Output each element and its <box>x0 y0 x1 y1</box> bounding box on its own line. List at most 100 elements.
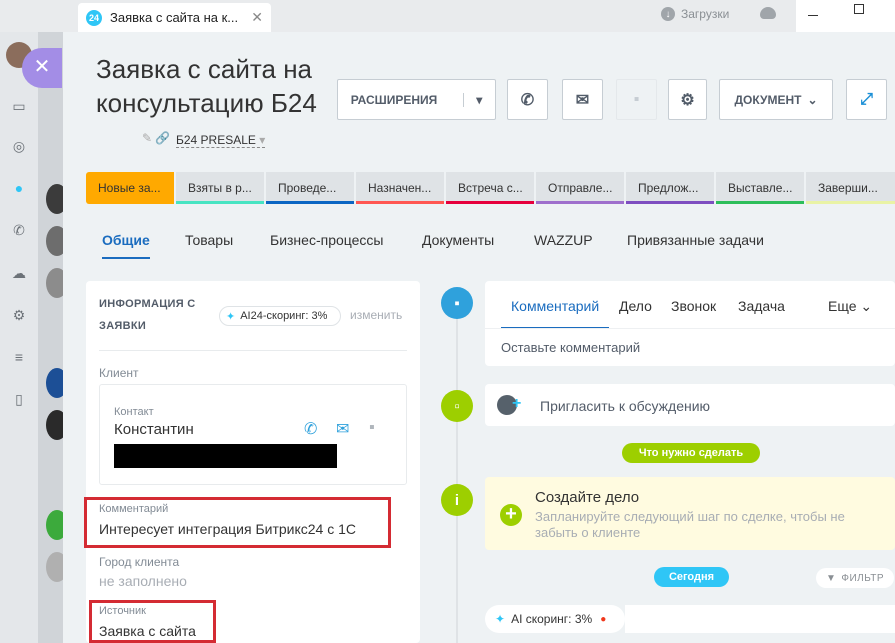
tab-task[interactable]: Задача <box>738 298 785 314</box>
ai-score-text: AI24-скоринг: 3% <box>240 310 328 322</box>
edit-title-icon[interactable]: ✎ 🔗 <box>142 131 170 145</box>
app-window: 24 Заявка с сайта на к... ✕ ↓ Загрузки ▭… <box>0 0 895 643</box>
chat-icon[interactable]: ▪ <box>369 419 375 437</box>
chat-icon[interactable]: ▭ <box>11 98 27 114</box>
chevron-down-icon: ▾ <box>476 92 483 107</box>
phone-icon[interactable]: ✆ <box>304 419 317 439</box>
expand-icon: ⤢ <box>860 90 873 108</box>
timeline-row <box>625 605 895 633</box>
mail-icon[interactable]: ✉ <box>336 419 349 439</box>
settings-button[interactable]: ⚙ <box>668 79 707 120</box>
tab-general[interactable]: Общие <box>102 232 150 259</box>
stage-label: Отправле... <box>548 181 613 195</box>
filter-button[interactable]: ▼ ФИЛЬТР <box>816 568 894 588</box>
extensions-label: РАСШИРЕНИЯ <box>351 92 465 107</box>
email-button[interactable]: ✉ <box>562 79 603 120</box>
more-label: Еще <box>828 298 857 314</box>
ai-score-badge[interactable]: ✦ AI24-скоринг: 3% <box>219 306 341 326</box>
minimize-icon[interactable] <box>808 15 818 16</box>
tab-call[interactable]: Звонок <box>671 298 716 314</box>
messenger-button[interactable]: ▪ <box>616 79 657 120</box>
stage-label: Предлож... <box>638 181 699 195</box>
plus-icon[interactable]: + <box>512 395 521 413</box>
divider <box>485 328 895 329</box>
status-dot: ● <box>600 613 607 625</box>
filter-icon: ▼ <box>825 572 837 584</box>
open-lines-icon[interactable]: ◎ <box>11 138 27 154</box>
comment-input[interactable]: Оставьте комментарий <box>501 340 640 355</box>
gear-icon: ⚙ <box>680 91 695 109</box>
stage-item[interactable]: Назначен... <box>356 172 444 204</box>
downloads-button[interactable]: ↓ Загрузки <box>661 7 729 21</box>
contact-name[interactable]: Константин <box>114 421 194 438</box>
book-icon[interactable]: ▯ <box>11 391 27 407</box>
browser-tab[interactable]: 24 Заявка с сайта на к... ✕ <box>78 3 271 32</box>
stage-color <box>536 201 624 204</box>
stage-item[interactable]: Предлож... <box>626 172 714 204</box>
stage-item[interactable]: Проведе... <box>266 172 354 204</box>
tasks-icon[interactable]: ≡ <box>11 349 27 365</box>
cloud-icon[interactable] <box>760 7 776 19</box>
contact-label: Контакт <box>114 406 154 418</box>
document-label: ДОКУМЕНТ <box>734 92 802 107</box>
download-icon: ↓ <box>661 7 675 21</box>
stage-label: Новые за... <box>98 181 161 195</box>
stage-item[interactable]: Встреча с... <box>446 172 534 204</box>
cloud-icon[interactable]: ☁ <box>11 265 27 281</box>
tab-wazzup[interactable]: WAZZUP <box>534 232 593 248</box>
close-tab-icon[interactable]: ✕ <box>251 9 263 26</box>
tab-documents[interactable]: Документы <box>422 232 494 248</box>
stage-label: Заверши... <box>818 181 878 195</box>
settings-icon[interactable]: ⚙ <box>11 307 27 323</box>
stage-color <box>176 201 264 204</box>
client-label: Клиент <box>99 366 139 380</box>
comment-value[interactable]: Интересует интеграция Битрикс24 с 1С <box>99 521 356 537</box>
mail-icon: ✉ <box>575 91 590 109</box>
tab-products[interactable]: Товары <box>185 232 233 248</box>
pipeline-selector[interactable]: Б24 PRESALE ▾ <box>176 133 266 148</box>
stage-item[interactable]: Заверши... <box>806 172 895 204</box>
phone-icon: ✆ <box>520 91 535 109</box>
stage-item[interactable]: Взяты в р... <box>176 172 264 204</box>
call-button[interactable]: ✆ <box>507 79 548 120</box>
maximize-icon[interactable] <box>854 4 864 14</box>
stage-label: Встреча с... <box>458 181 523 195</box>
tab-activity[interactable]: Дело <box>619 298 652 314</box>
stage-item[interactable]: Новые за... <box>86 172 174 204</box>
city-value[interactable]: не заполнено <box>99 573 187 589</box>
filter-label: ФИЛЬТР <box>841 572 885 584</box>
close-slider-button[interactable]: ✕ <box>22 48 62 88</box>
timeline-line <box>456 300 458 643</box>
stage-item[interactable]: Отправле... <box>536 172 624 204</box>
redacted-phone <box>114 444 337 468</box>
fullscreen-button[interactable]: ⤢ <box>846 79 887 120</box>
left-sidebar: ▭ ◎ ● ✆ ☁ ⚙ ≡ ▯ <box>0 32 38 643</box>
ai-scoring-item[interactable]: ✦ AI скоринг: 3% ● <box>485 605 626 633</box>
invite-text[interactable]: Пригласить к обсуждению <box>540 398 710 414</box>
stage-color <box>716 201 804 204</box>
ai-scoring-text: AI скоринг: 3% <box>511 612 593 626</box>
tab-comment[interactable]: Комментарий <box>500 298 610 328</box>
document-button[interactable]: ДОКУМЕНТ ⌄ <box>719 79 833 120</box>
tab-business-processes[interactable]: Бизнес-процессы <box>270 232 383 248</box>
todo-pill: Что нужно сделать <box>622 443 760 463</box>
source-label: Источник <box>99 605 146 617</box>
title-bar: 24 Заявка с сайта на к... ✕ ↓ Загрузки <box>0 0 895 32</box>
change-link[interactable]: изменить <box>350 308 402 322</box>
stage-item[interactable]: Выставле... <box>716 172 804 204</box>
more-menu[interactable]: Еще ⌄ <box>828 298 872 315</box>
extensions-button[interactable]: РАСШИРЕНИЯ ▾ <box>337 79 496 120</box>
pipeline-label: Б24 PRESALE <box>176 133 256 147</box>
bell-icon[interactable]: ● <box>11 180 27 196</box>
stage-label: Назначен... <box>368 181 432 195</box>
phone-icon[interactable]: ✆ <box>11 222 27 238</box>
tab-linked-tasks[interactable]: Привязанные задачи <box>627 232 764 248</box>
add-icon[interactable]: + <box>500 504 522 526</box>
source-value[interactable]: Заявка с сайта <box>99 623 196 639</box>
window-controls <box>796 0 895 32</box>
stage-color <box>626 201 714 204</box>
task-title: Создайте дело <box>535 489 640 506</box>
divider <box>99 350 407 351</box>
stage-label: Взяты в р... <box>188 181 252 195</box>
stage-label: Выставле... <box>728 181 793 195</box>
